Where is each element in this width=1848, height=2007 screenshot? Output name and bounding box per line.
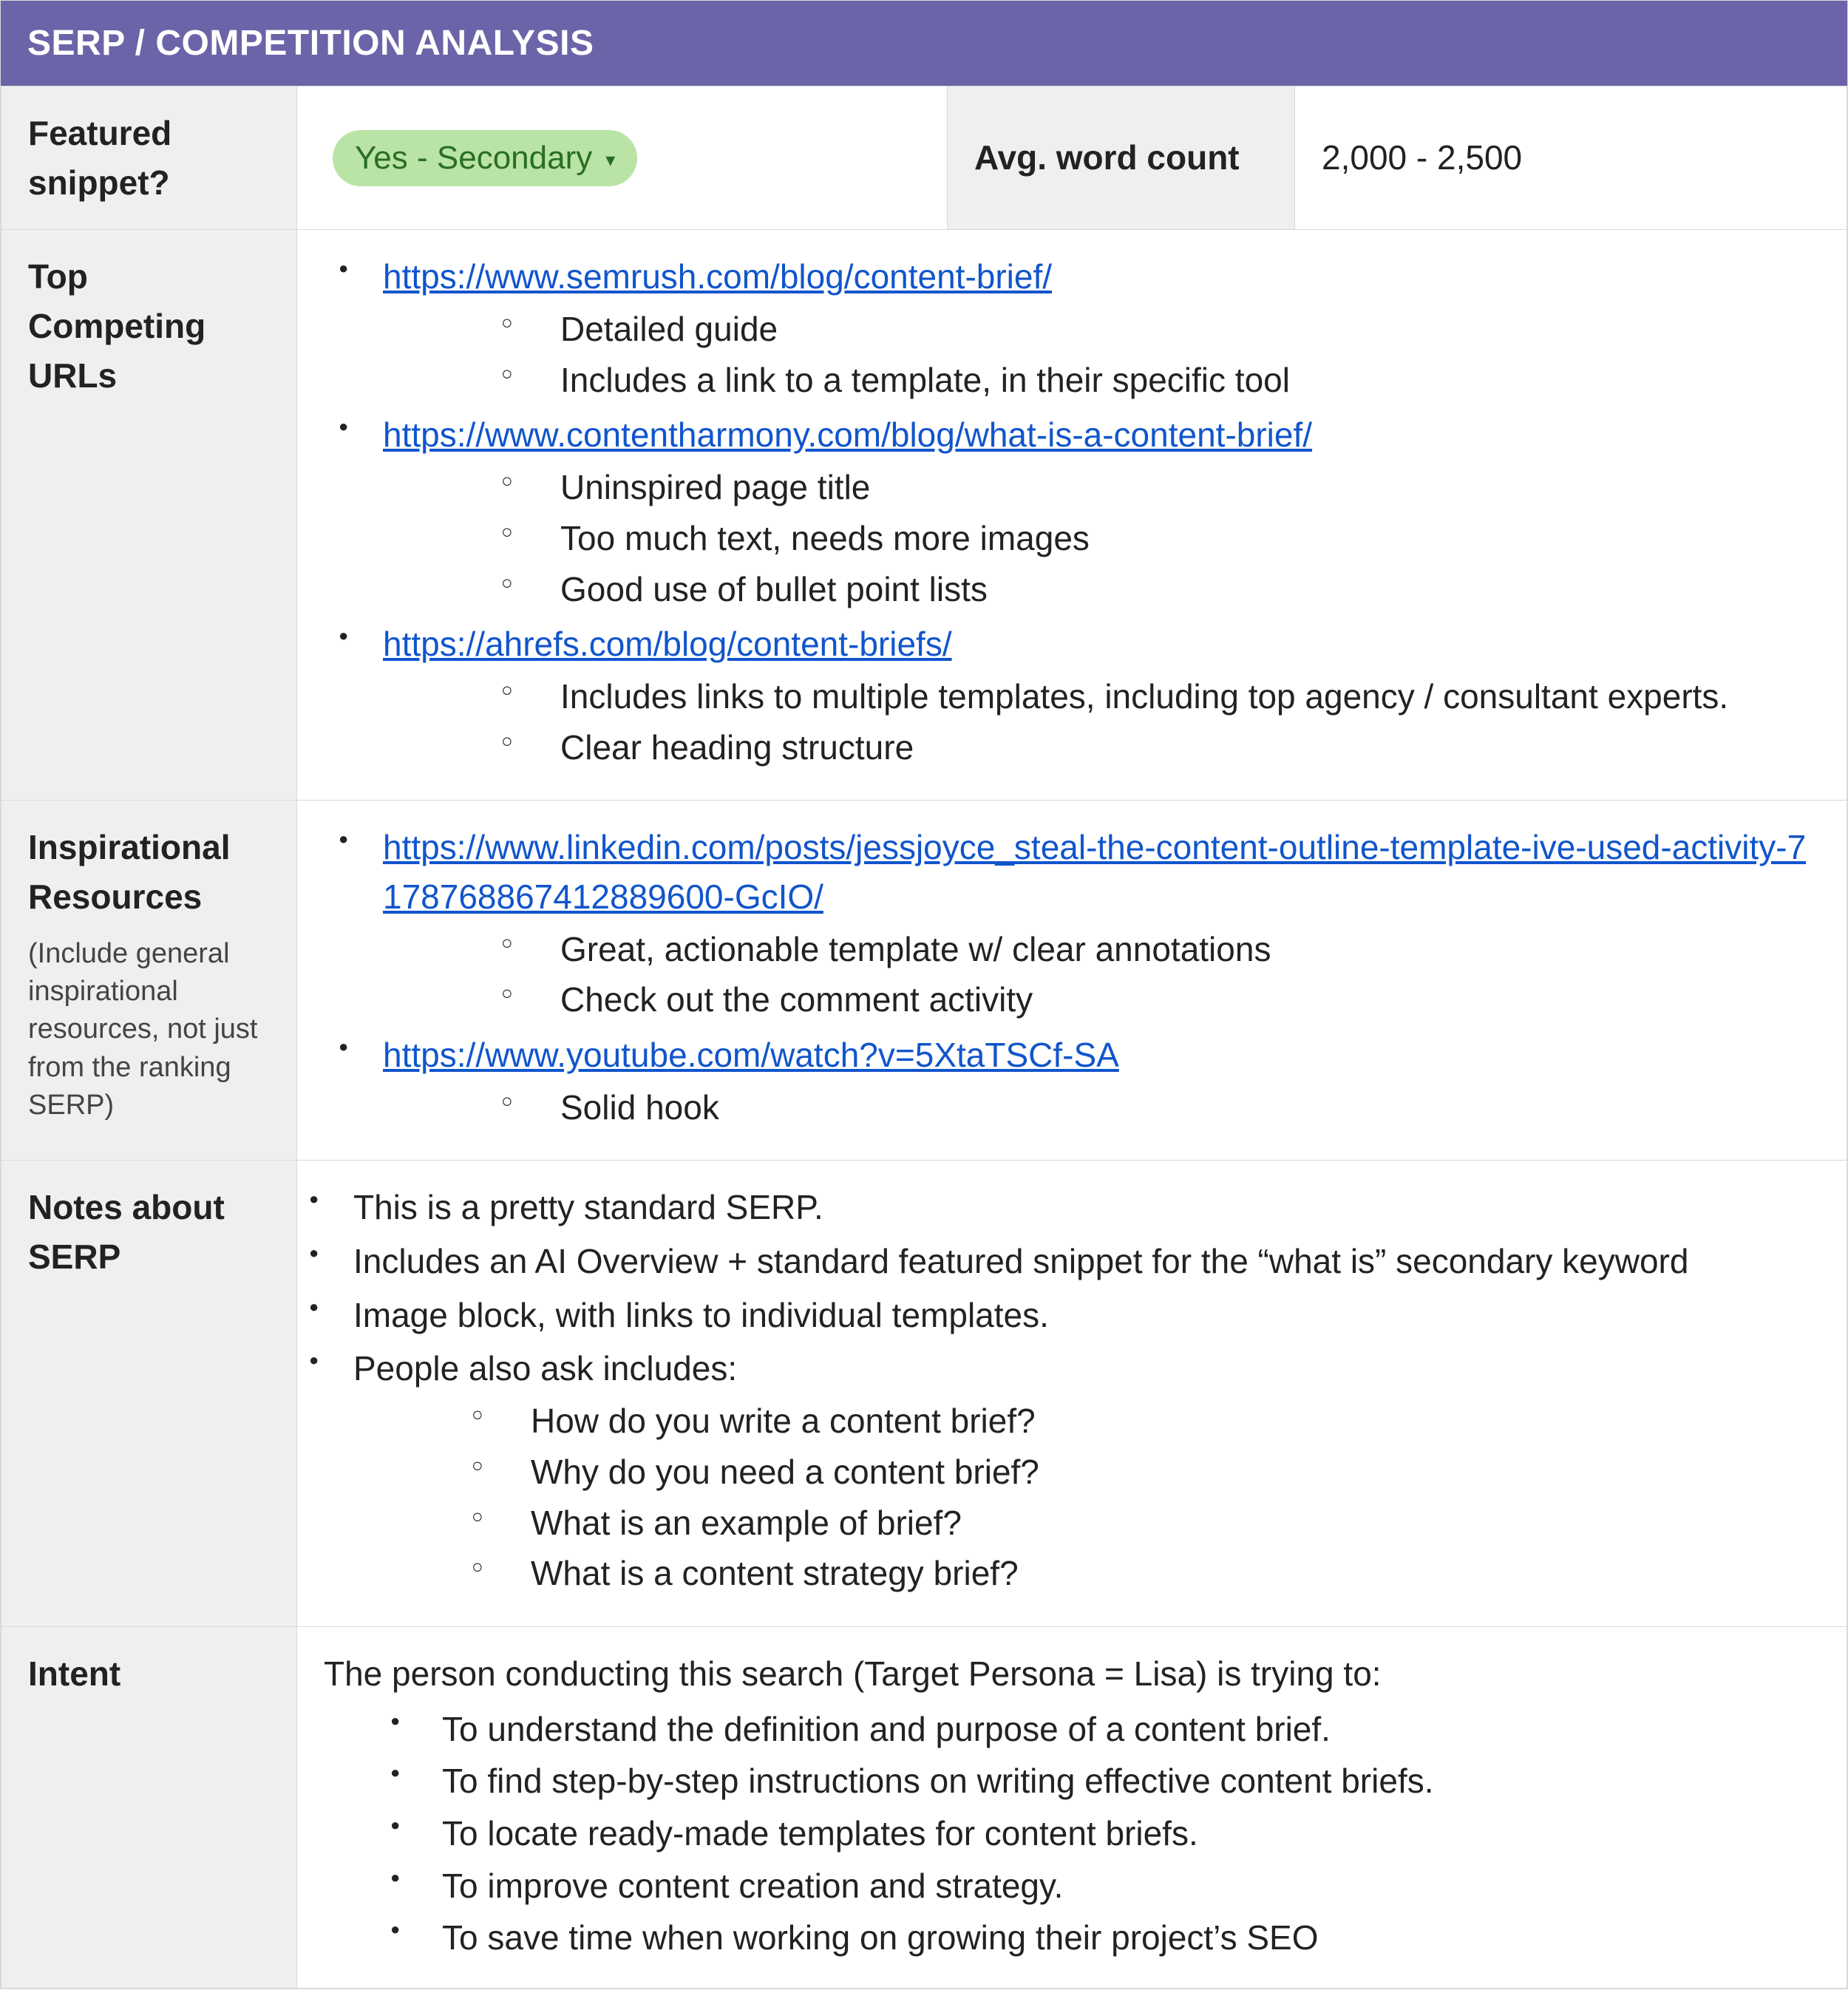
- label-avg-word-count: Avg. word count: [948, 86, 1295, 230]
- list-item: To improve content creation and strategy…: [324, 1861, 1820, 1911]
- list-item: Good use of bullet point lists: [383, 565, 1820, 614]
- label-featured-snippet: Featured snippet?: [1, 86, 297, 230]
- serp-notes-list: This is a pretty standard SERP. Includes…: [294, 1183, 1820, 1598]
- label-text: Inspirational Resources: [28, 828, 230, 916]
- list-item: https://www.linkedin.com/posts/jessjoyce…: [324, 823, 1820, 1025]
- list-item: This is a pretty standard SERP.: [294, 1183, 1820, 1232]
- section-header-title: SERP / COMPETITION ANALYSIS: [27, 24, 594, 63]
- intent-list: To understand the definition and purpose…: [324, 1705, 1820, 1963]
- resource-notes-list: Solid hook: [383, 1083, 1820, 1132]
- list-item: To save time when working on growing the…: [324, 1913, 1820, 1963]
- paa-text: Why do you need a content brief?: [531, 1453, 1039, 1491]
- featured-snippet-dropdown[interactable]: Yes - Secondary ▾: [333, 130, 637, 186]
- label-sublabel: (Include general inspirational resources…: [28, 935, 270, 1124]
- list-item: Great, actionable template w/ clear anno…: [383, 925, 1820, 974]
- list-item: Uninspired page title: [383, 463, 1820, 512]
- list-item: Includes an AI Overview + standard featu…: [294, 1237, 1820, 1286]
- row-inspirational-resources: Inspirational Resources (Include general…: [1, 801, 1847, 1161]
- row-top-competing-urls: Top Competing URLs https://www.semrush.c…: [1, 230, 1847, 801]
- list-item: Detailed guide: [383, 305, 1820, 354]
- note-text: Too much text, needs more images: [560, 519, 1090, 557]
- note-text: Includes a link to a template, in their …: [560, 361, 1290, 399]
- inspiration-list: https://www.linkedin.com/posts/jessjoyce…: [324, 823, 1820, 1132]
- url-notes-list: Includes links to multiple templates, in…: [383, 672, 1820, 772]
- list-item: Check out the comment activity: [383, 975, 1820, 1025]
- competing-url-link[interactable]: https://www.semrush.com/blog/content-bri…: [383, 257, 1052, 296]
- competing-url-link[interactable]: https://ahrefs.com/blog/content-briefs/: [383, 625, 952, 663]
- cell-featured-value: Yes - Secondary ▾: [297, 86, 948, 230]
- label-notes-about-serp: Notes about SERP: [1, 1161, 297, 1627]
- note-text: Check out the comment activity: [560, 980, 1033, 1019]
- paa-list: How do you write a content brief? Why do…: [353, 1396, 1820, 1598]
- list-item: https://www.youtube.com/watch?v=5XtaTSCf…: [324, 1030, 1820, 1132]
- list-item: What is an example of brief?: [353, 1498, 1820, 1548]
- cell-notes-about-serp: This is a pretty standard SERP. Includes…: [297, 1161, 1847, 1627]
- list-item: People also ask includes: How do you wri…: [294, 1344, 1820, 1597]
- label-text: Avg. word count: [974, 138, 1240, 177]
- paa-text: How do you write a content brief?: [531, 1402, 1036, 1440]
- list-item: What is a content strategy brief?: [353, 1549, 1820, 1598]
- section-header: SERP / COMPETITION ANALYSIS: [1, 1, 1847, 86]
- label-top-competing-urls: Top Competing URLs: [1, 230, 297, 801]
- note-text: This is a pretty standard SERP.: [353, 1188, 823, 1226]
- note-text: Includes an AI Overview + standard featu…: [353, 1242, 1688, 1280]
- cell-inspirational-resources: https://www.linkedin.com/posts/jessjoyce…: [297, 801, 1847, 1161]
- list-item: https://www.contentharmony.com/blog/what…: [324, 410, 1820, 614]
- intent-text: To find step-by-step instructions on wri…: [442, 1762, 1433, 1800]
- intent-text: To locate ready-made templates for conte…: [442, 1814, 1198, 1853]
- note-text: Solid hook: [560, 1088, 719, 1127]
- list-item: Image block, with links to individual te…: [294, 1291, 1820, 1340]
- resource-link[interactable]: https://www.linkedin.com/posts/jessjoyce…: [383, 828, 1806, 916]
- intent-text: To save time when working on growing the…: [442, 1918, 1319, 1957]
- paa-text: What is a content strategy brief?: [531, 1554, 1019, 1592]
- label-intent: Intent: [1, 1626, 297, 1988]
- label-text: Top Competing URLs: [28, 257, 205, 394]
- intent-lead-text: The person conducting this search (Targe…: [324, 1649, 1820, 1699]
- note-text: Includes links to multiple templates, in…: [560, 677, 1728, 716]
- list-item: Clear heading structure: [383, 723, 1820, 772]
- url-notes-list: Detailed guide Includes a link to a temp…: [383, 305, 1820, 404]
- resource-link[interactable]: https://www.youtube.com/watch?v=5XtaTSCf…: [383, 1036, 1119, 1074]
- analysis-grid: Featured snippet? Yes - Secondary ▾ Avg.…: [1, 86, 1847, 1989]
- row-intent: Intent The person conducting this search…: [1, 1626, 1847, 1988]
- list-item: Why do you need a content brief?: [353, 1447, 1820, 1497]
- intent-text: To understand the definition and purpose…: [442, 1710, 1331, 1748]
- note-text: Clear heading structure: [560, 728, 914, 767]
- list-item: https://www.semrush.com/blog/content-bri…: [324, 252, 1820, 404]
- note-text: Image block, with links to individual te…: [353, 1296, 1049, 1334]
- list-item: To locate ready-made templates for conte…: [324, 1809, 1820, 1858]
- serp-analysis-table: SERP / COMPETITION ANALYSIS Featured sni…: [0, 0, 1848, 1989]
- list-item: How do you write a content brief?: [353, 1396, 1820, 1446]
- avg-word-count-value: 2,000 - 2,500: [1322, 138, 1522, 177]
- paa-text: What is an example of brief?: [531, 1504, 962, 1542]
- row-notes-about-serp: Notes about SERP This is a pretty standa…: [1, 1161, 1847, 1627]
- label-inspirational-resources: Inspirational Resources (Include general…: [1, 801, 297, 1161]
- note-text: Great, actionable template w/ clear anno…: [560, 930, 1271, 968]
- list-item: To understand the definition and purpose…: [324, 1705, 1820, 1754]
- label-text: Notes about SERP: [28, 1188, 225, 1276]
- list-item: Too much text, needs more images: [383, 514, 1820, 563]
- competing-url-link[interactable]: https://www.contentharmony.com/blog/what…: [383, 415, 1312, 454]
- chevron-down-icon: ▾: [605, 150, 615, 169]
- note-text: Detailed guide: [560, 310, 778, 348]
- note-text: People also ask includes:: [353, 1349, 737, 1388]
- cell-avg-word-count: 2,000 - 2,500: [1295, 86, 1847, 230]
- label-text: Intent: [28, 1654, 120, 1693]
- list-item: Includes a link to a template, in their …: [383, 356, 1820, 405]
- list-item: To find step-by-step instructions on wri…: [324, 1756, 1820, 1806]
- row-featured-snippet: Featured snippet? Yes - Secondary ▾ Avg.…: [1, 86, 1847, 230]
- cell-top-competing-urls: https://www.semrush.com/blog/content-bri…: [297, 230, 1847, 801]
- top-urls-list: https://www.semrush.com/blog/content-bri…: [324, 252, 1820, 772]
- cell-intent: The person conducting this search (Targe…: [297, 1626, 1847, 1988]
- list-item: Includes links to multiple templates, in…: [383, 672, 1820, 721]
- list-item: https://ahrefs.com/blog/content-briefs/ …: [324, 619, 1820, 772]
- list-item: Solid hook: [383, 1083, 1820, 1132]
- dropdown-value: Yes - Secondary: [355, 135, 592, 182]
- label-text: Featured snippet?: [28, 114, 171, 202]
- resource-notes-list: Great, actionable template w/ clear anno…: [383, 925, 1820, 1025]
- note-text: Good use of bullet point lists: [560, 570, 988, 608]
- url-notes-list: Uninspired page title Too much text, nee…: [383, 463, 1820, 614]
- intent-text: To improve content creation and strategy…: [442, 1867, 1063, 1905]
- note-text: Uninspired page title: [560, 468, 870, 506]
